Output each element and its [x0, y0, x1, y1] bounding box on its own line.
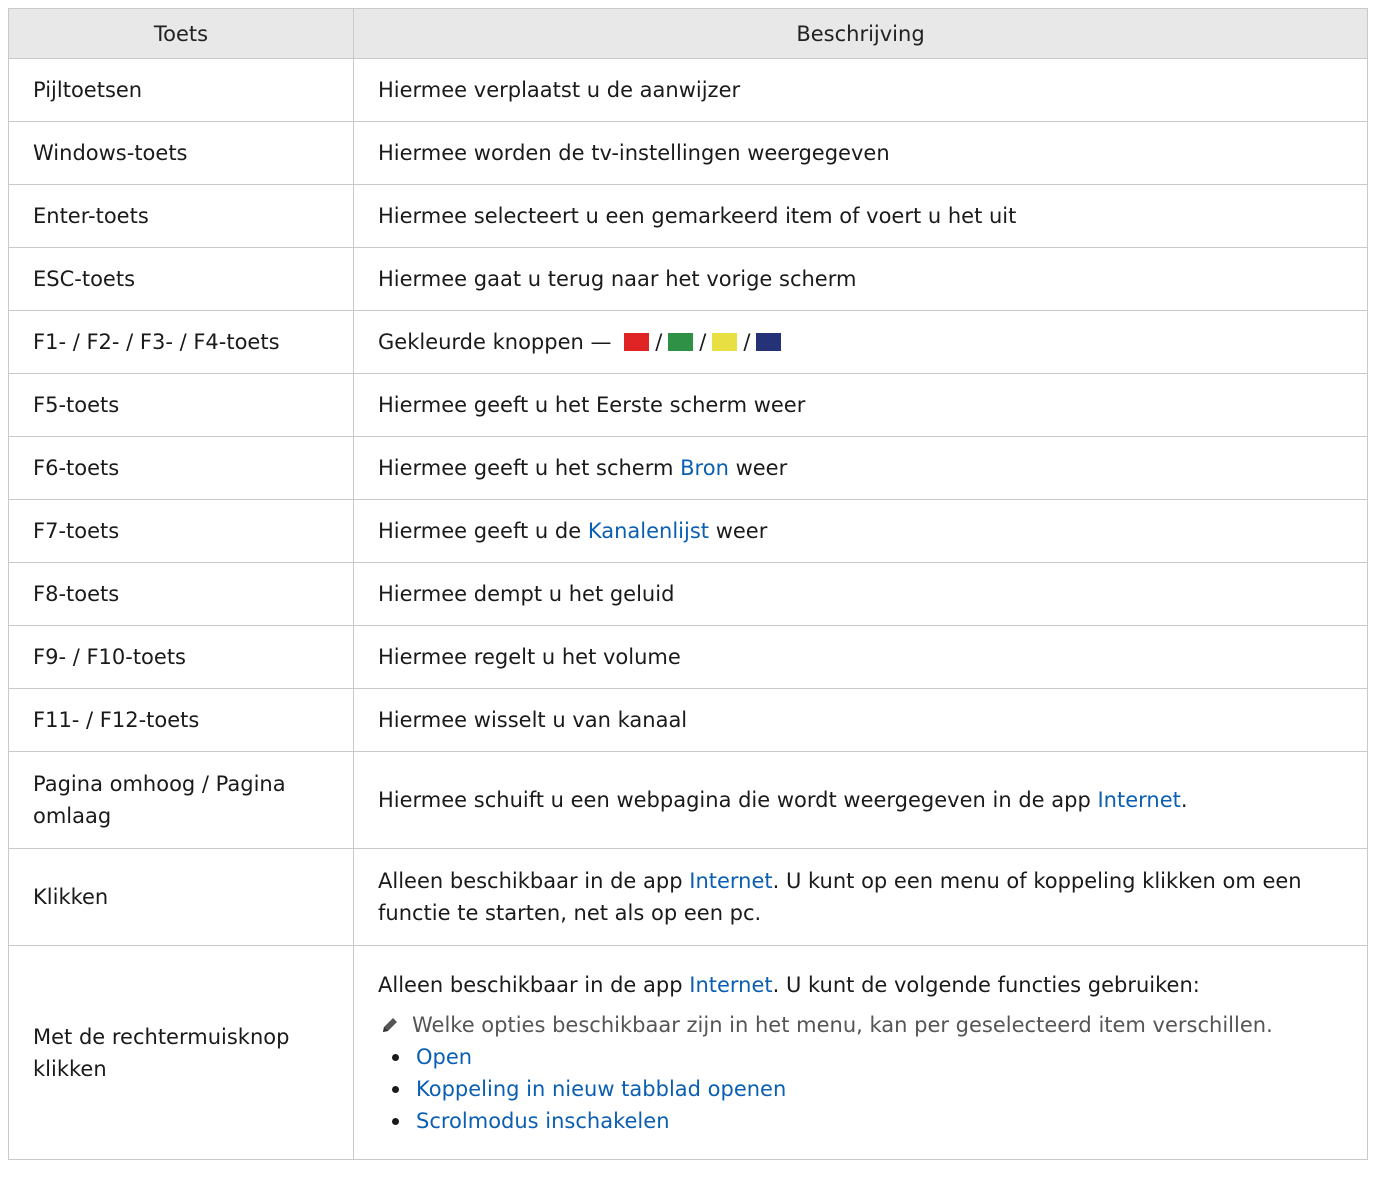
- blue-button-swatch: [756, 333, 782, 351]
- note-text: Welke opties beschikbaar zijn in het men…: [412, 1012, 1273, 1037]
- red-button-swatch: [624, 333, 650, 351]
- key-cell: F9- / F10-toets: [8, 625, 354, 689]
- table-row: Met de rechtermuisknop klikken Alleen be…: [8, 945, 1368, 1160]
- key-cell: F11- / F12-toets: [8, 688, 354, 752]
- key-cell: F7-toets: [8, 499, 354, 563]
- key-cell: Pijltoetsen: [8, 58, 354, 122]
- table-row: F6-toets Hiermee geeft u het scherm Bron…: [8, 436, 1368, 500]
- description-cell: Hiermee verplaatst u de aanwijzer: [353, 58, 1368, 122]
- keyboard-shortcuts-table: Toets Beschrijving Pijltoetsen Hiermee v…: [8, 8, 1368, 1160]
- description-text: Hiermee schuift u een webpagina die word…: [378, 788, 1091, 812]
- table-row: Enter-toets Hiermee selecteert u een gem…: [8, 184, 1368, 248]
- description-text: weer: [735, 456, 788, 480]
- separator: /: [743, 330, 751, 354]
- internet-link[interactable]: Internet: [689, 973, 772, 997]
- table-row: Pagina omhoog / Pagina omlaag Hiermee sc…: [8, 751, 1368, 849]
- description-cell: Alleen beschikbaar in de app Internet. U…: [353, 945, 1368, 1160]
- description-text: Hiermee geeft u het scherm: [378, 456, 674, 480]
- table-row: Windows-toets Hiermee worden de tv-inste…: [8, 121, 1368, 185]
- yellow-button-swatch: [712, 333, 738, 351]
- description-cell: Hiermee gaat u terug naar het vorige sch…: [353, 247, 1368, 311]
- description-cell: Hiermee schuift u een webpagina die word…: [353, 751, 1368, 849]
- description-cell: Hiermee geeft u het scherm Bron weer: [353, 436, 1368, 500]
- description-cell: Hiermee geeft u de Kanalenlijst weer: [353, 499, 1368, 563]
- key-cell: Windows-toets: [8, 121, 354, 185]
- description-text: Alleen beschikbaar in de app: [378, 972, 683, 997]
- column-header-key: Toets: [8, 8, 354, 59]
- description-cell: Hiermee dempt u het geluid: [353, 562, 1368, 626]
- option-open-link-new-tab[interactable]: Koppeling in nieuw tabblad openen: [416, 1077, 786, 1101]
- description-cell: Hiermee regelt u het volume: [353, 625, 1368, 689]
- description-cell: Gekleurde knoppen — / / /: [353, 310, 1368, 374]
- bullet-icon: [392, 1053, 399, 1061]
- list-item: Koppeling in nieuw tabblad openen: [378, 1073, 1345, 1105]
- description-cell: Hiermee wisselt u van kanaal: [353, 688, 1368, 752]
- table-row: ESC-toets Hiermee gaat u terug naar het …: [8, 247, 1368, 311]
- separator: /: [699, 330, 707, 354]
- description-text: . U kunt de volgende functies gebruiken:: [772, 972, 1200, 997]
- table-row: Pijltoetsen Hiermee verplaatst u de aanw…: [8, 58, 1368, 122]
- column-header-description: Beschrijving: [353, 8, 1368, 59]
- table-row: F9- / F10-toets Hiermee regelt u het vol…: [8, 625, 1368, 689]
- key-cell: F1- / F2- / F3- / F4-toets: [8, 310, 354, 374]
- description-text: Alleen beschikbaar in de app: [378, 869, 683, 893]
- table-row: Klikken Alleen beschikbaar in de app Int…: [8, 848, 1368, 946]
- pencil-icon: [378, 1009, 402, 1041]
- key-cell: Klikken: [8, 848, 354, 946]
- bron-link[interactable]: Bron: [680, 456, 729, 480]
- description-text: Hiermee geeft u de: [378, 519, 582, 543]
- key-cell: F8-toets: [8, 562, 354, 626]
- note: Welke opties beschikbaar zijn in het men…: [378, 1009, 1345, 1041]
- table-header-row: Toets Beschrijving: [8, 8, 1368, 59]
- table-row: F5-toets Hiermee geeft u het Eerste sche…: [8, 373, 1368, 437]
- description-cell: Hiermee geeft u het Eerste scherm weer: [353, 373, 1368, 437]
- description-cell: Hiermee selecteert u een gemarkeerd item…: [353, 184, 1368, 248]
- description-text: .: [1180, 788, 1188, 812]
- description-text: Gekleurde knoppen —: [378, 330, 612, 354]
- table-row: F1- / F2- / F3- / F4-toets Gekleurde kno…: [8, 310, 1368, 374]
- key-cell: ESC-toets: [8, 247, 354, 311]
- key-cell: F6-toets: [8, 436, 354, 500]
- description-cell: Alleen beschikbaar in de app Internet. U…: [353, 848, 1368, 946]
- description-line: Alleen beschikbaar in de app Internet. U…: [378, 969, 1345, 1001]
- green-button-swatch: [668, 333, 694, 351]
- key-cell: Met de rechtermuisknop klikken: [8, 945, 354, 1160]
- table-row: F8-toets Hiermee dempt u het geluid: [8, 562, 1368, 626]
- list-item: Scrolmodus inschakelen: [378, 1105, 1345, 1137]
- table-row: F11- / F12-toets Hiermee wisselt u van k…: [8, 688, 1368, 752]
- bullet-icon: [392, 1085, 399, 1093]
- key-cell: Pagina omhoog / Pagina omlaag: [8, 751, 354, 849]
- internet-link[interactable]: Internet: [1097, 788, 1180, 812]
- separator: /: [655, 330, 663, 354]
- option-scroll-mode[interactable]: Scrolmodus inschakelen: [416, 1109, 670, 1133]
- options-list: Open Koppeling in nieuw tabblad openen S…: [378, 1041, 1345, 1137]
- kanalenlijst-link[interactable]: Kanalenlijst: [588, 519, 709, 543]
- key-cell: Enter-toets: [8, 184, 354, 248]
- bullet-icon: [392, 1117, 399, 1125]
- option-open[interactable]: Open: [416, 1045, 472, 1069]
- internet-link[interactable]: Internet: [689, 869, 772, 893]
- list-item: Open: [378, 1041, 1345, 1073]
- key-cell: F5-toets: [8, 373, 354, 437]
- description-cell: Hiermee worden de tv-instellingen weerge…: [353, 121, 1368, 185]
- description-text: weer: [715, 519, 768, 543]
- table-row: F7-toets Hiermee geeft u de Kanalenlijst…: [8, 499, 1368, 563]
